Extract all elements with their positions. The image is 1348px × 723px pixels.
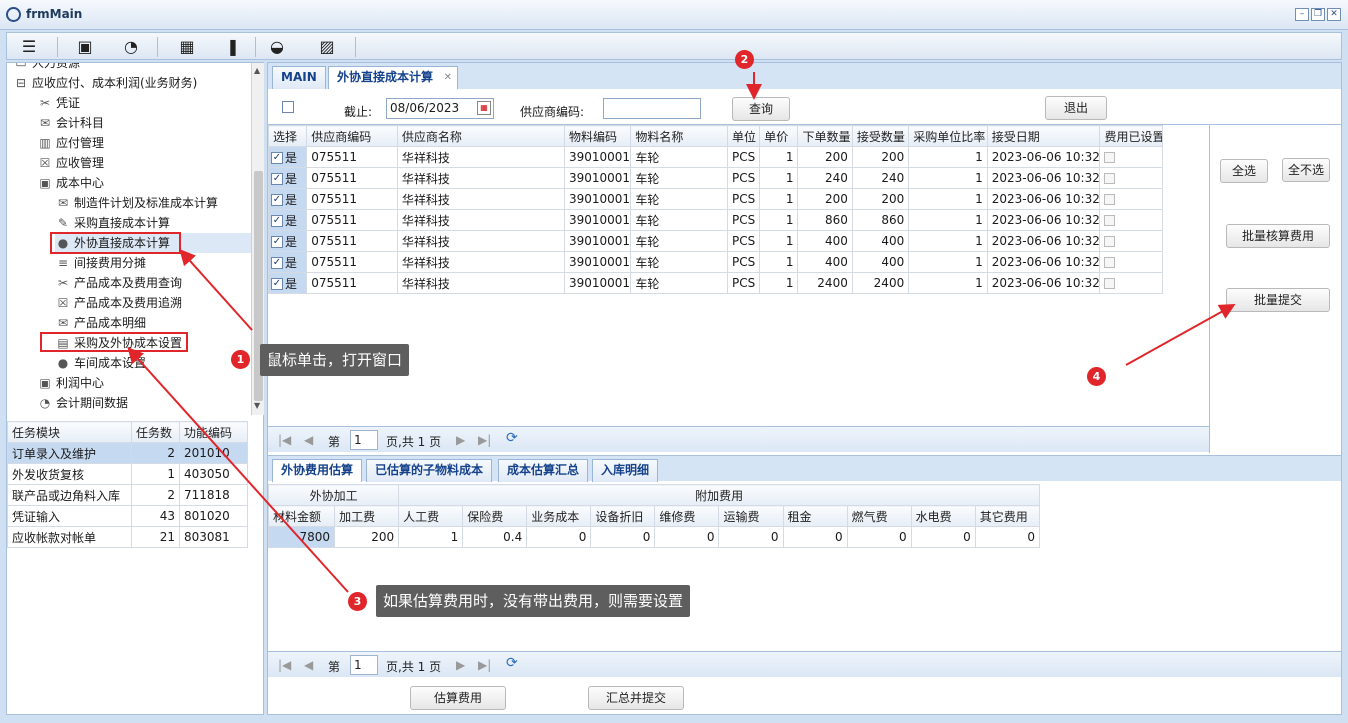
arrow-4 [1125,304,1236,366]
arrow-1 [179,249,253,331]
annotation-callout-1: 鼠标单击，打开窗口 [260,344,410,376]
annotation-badge-2: 2 [735,50,754,69]
annotation-badge-4: 4 [1087,367,1106,386]
arrow-3 [127,347,349,593]
annotation-callout-3: 如果估算费用时，没有带出费用，则需要设置 [376,585,691,617]
annotation-badge-1: 1 [231,350,250,369]
annotation-badge-3: 3 [348,592,367,611]
